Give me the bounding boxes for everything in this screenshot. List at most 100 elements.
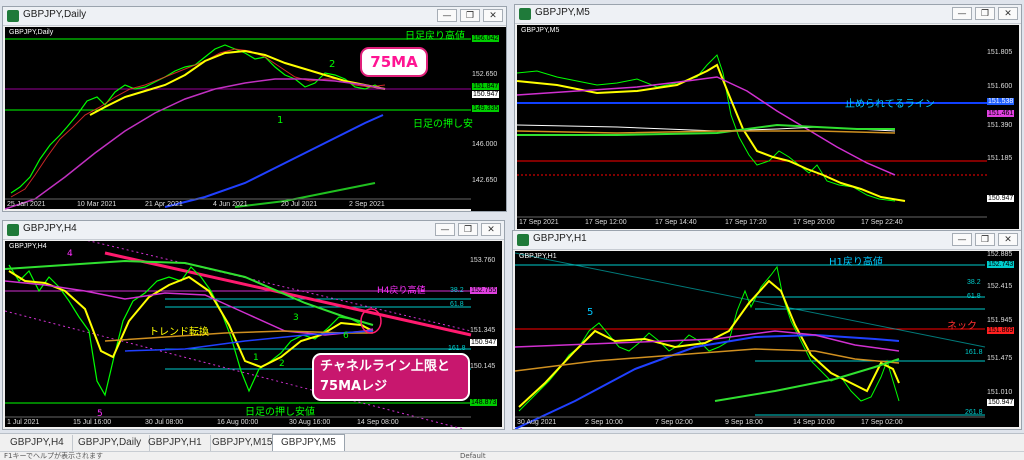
price-label: 151.461 — [987, 110, 1015, 117]
chart-icon — [517, 234, 529, 246]
price-label: 148.873 — [470, 399, 498, 406]
annotation-neck: ネック — [947, 321, 977, 332]
minimize-button[interactable]: — — [952, 233, 972, 246]
date-label: 21 Apr 2021 — [145, 201, 183, 208]
callout-line-1: チャネルライン上限と — [320, 359, 450, 374]
date-label: 17 Sep 02:00 — [861, 419, 903, 426]
chart-symbol-label: GBPJPY,Daily — [9, 29, 54, 36]
restore-button[interactable]: ❐ — [458, 223, 478, 236]
price-label: 151.945 — [987, 317, 1013, 324]
date-label: 14 Sep 10:00 — [793, 419, 835, 426]
date-label: 2 Sep 2021 — [349, 201, 385, 208]
chart-icon — [7, 224, 19, 236]
tab-gbpjpy-h4[interactable]: GBPJPY,H4 — [2, 435, 73, 451]
date-label: 16 Aug 00:00 — [217, 419, 259, 426]
minimize-button[interactable]: — — [435, 223, 455, 236]
tab-gbpjpy-daily[interactable]: GBPJPY,Daily — [70, 435, 151, 451]
window-h4-titlebar[interactable]: GBPJPY,H4 — ❐ ✕ — [3, 221, 504, 240]
wave-label-1: 1 — [253, 353, 259, 363]
price-label: 156.042 — [472, 35, 500, 42]
price-label: 151.600 — [987, 83, 1013, 90]
annotation-h1-rebound-high: H1戻り高値 — [829, 257, 883, 268]
annotation-daily-pullback: 日足の押し安値 — [245, 407, 315, 418]
chart-icon — [7, 10, 19, 22]
restore-button[interactable]: ❐ — [975, 233, 995, 246]
date-label: 30 Jul 08:00 — [145, 419, 184, 426]
price-axis: 152.885 152.743 38.2 152.415 61.8 151.94… — [965, 251, 1019, 429]
callout-channel-line: チャネルライン上限と 75MAレジ — [312, 353, 470, 401]
window-m5-titlebar[interactable]: GBPJPY,M5 — ❐ ✕ — [515, 5, 1021, 24]
wave-label-2: 2 — [329, 59, 336, 70]
window-h1-titlebar[interactable]: GBPJPY,H1 — ❐ ✕ — [513, 231, 1021, 250]
annotation-stopped-line: 止められてるライン — [845, 99, 935, 110]
price-label: 152.650 — [472, 71, 498, 78]
price-label: 152.743 — [987, 261, 1015, 268]
date-label: 20 Jul 2021 — [281, 201, 318, 208]
date-label: 30 Aug 2021 — [517, 419, 557, 426]
price-label: 151.475 — [987, 355, 1013, 362]
price-label: 152.415 — [987, 283, 1013, 290]
price-label: 152.755 — [470, 287, 498, 294]
wave-label-2: 2 — [279, 359, 285, 369]
wave-label-6: 6 — [343, 331, 349, 341]
restore-button[interactable]: ❐ — [460, 9, 480, 22]
date-label: 15 Jul 16:00 — [73, 419, 112, 426]
date-label: 7 Sep 02:00 — [655, 419, 693, 426]
chart-m5[interactable]: GBPJPY,M5 止められてるライン 151.805 151.600 151.… — [517, 25, 1019, 229]
price-axis: 153.760 152.755 38.2 61.8 151.345 150.94… — [448, 241, 502, 429]
date-label: 17 Sep 22:40 — [861, 219, 903, 226]
price-label: 61.8 — [450, 301, 464, 308]
wave-label-5: 5 — [587, 307, 594, 318]
price-label: 151.390 — [987, 122, 1013, 129]
window-title: GBPJPY,Daily — [23, 9, 87, 20]
date-axis: 30 Aug 2021 2 Sep 10:00 7 Sep 02:00 9 Se… — [515, 419, 985, 429]
price-axis: 151.805 151.600 151.538 151.461 151.390 … — [985, 25, 1019, 231]
window-title: GBPJPY,M5 — [535, 7, 590, 18]
price-label: 142.650 — [472, 177, 498, 184]
annotation-h4-rebound-high: H4戻り高値 — [377, 286, 426, 296]
date-label: 2 Sep 10:00 — [585, 419, 623, 426]
date-label: 17 Sep 12:00 — [585, 219, 627, 226]
restore-button[interactable]: ❐ — [975, 7, 995, 20]
callout-75ma: 75MA — [360, 47, 428, 77]
chart-h1[interactable]: GBPJPY,H1 H1戻り高値 ネック 5 152.885 152.743 3… — [515, 251, 1019, 429]
wave-label-3: 3 — [293, 313, 299, 323]
chart-tab-bar: GBPJPY,H4 GBPJPY,Daily GBPJPY,H1 GBPJPY,… — [0, 433, 1024, 453]
price-label: 261.8 — [965, 409, 983, 416]
chart-daily[interactable]: GBPJPY,Daily 日足戻り高値 日足の押し安 1 2 156.042 1… — [5, 27, 506, 211]
price-label: 151.010 — [987, 389, 1013, 396]
date-label: 9 Sep 18:00 — [725, 419, 763, 426]
price-label: 38.2 — [967, 279, 981, 286]
window-h1[interactable]: GBPJPY,H1 — ❐ ✕ GBPJPY,H1 H1戻り高値 ネック 5 1… — [512, 230, 1022, 430]
chart-icon — [519, 8, 531, 20]
date-label: 1 Jul 2021 — [7, 419, 40, 426]
close-button[interactable]: ✕ — [481, 223, 501, 236]
wave-label-1: 1 — [277, 115, 284, 126]
window-m5[interactable]: GBPJPY,M5 — ❐ ✕ GBPJPY,M5 止められてるライン 151.… — [514, 4, 1022, 232]
window-daily[interactable]: GBPJPY,Daily — ❐ ✕ GBPJPY,Daily 日足戻り高値 日… — [2, 6, 507, 212]
tab-gbpjpy-m15[interactable]: GBPJPY,M15 — [204, 435, 282, 451]
minimize-button[interactable]: — — [952, 7, 972, 20]
date-label: 30 Aug 16:00 — [289, 419, 331, 426]
price-label: 150.947 — [987, 195, 1015, 202]
date-label: 17 Sep 17:20 — [725, 219, 767, 226]
date-label: 17 Sep 20:00 — [793, 219, 835, 226]
wave-label-5: 5 — [97, 409, 103, 419]
price-label: 151.185 — [987, 155, 1013, 162]
price-label: 38.2 — [450, 287, 464, 294]
price-label: 151.805 — [987, 49, 1013, 56]
close-button[interactable]: ✕ — [998, 7, 1018, 20]
date-axis: 25 Jan 2021 10 Mar 2021 21 Apr 2021 4 Ju… — [5, 201, 471, 211]
window-daily-titlebar[interactable]: GBPJPY,Daily — ❐ ✕ — [3, 7, 506, 26]
tab-gbpjpy-h1[interactable]: GBPJPY,H1 — [140, 435, 211, 451]
price-label: 61.8 — [967, 293, 981, 300]
minimize-button[interactable]: — — [437, 9, 457, 22]
date-axis: 1 Jul 2021 15 Jul 16:00 30 Jul 08:00 16 … — [5, 419, 471, 429]
price-label: 150.947 — [470, 339, 498, 346]
chart-symbol-label: GBPJPY,M5 — [521, 27, 560, 34]
price-label: 151.869 — [987, 327, 1015, 334]
close-button[interactable]: ✕ — [998, 233, 1018, 246]
price-label: 150.145 — [470, 363, 496, 370]
close-button[interactable]: ✕ — [483, 9, 503, 22]
price-label: 152.885 — [987, 251, 1013, 258]
